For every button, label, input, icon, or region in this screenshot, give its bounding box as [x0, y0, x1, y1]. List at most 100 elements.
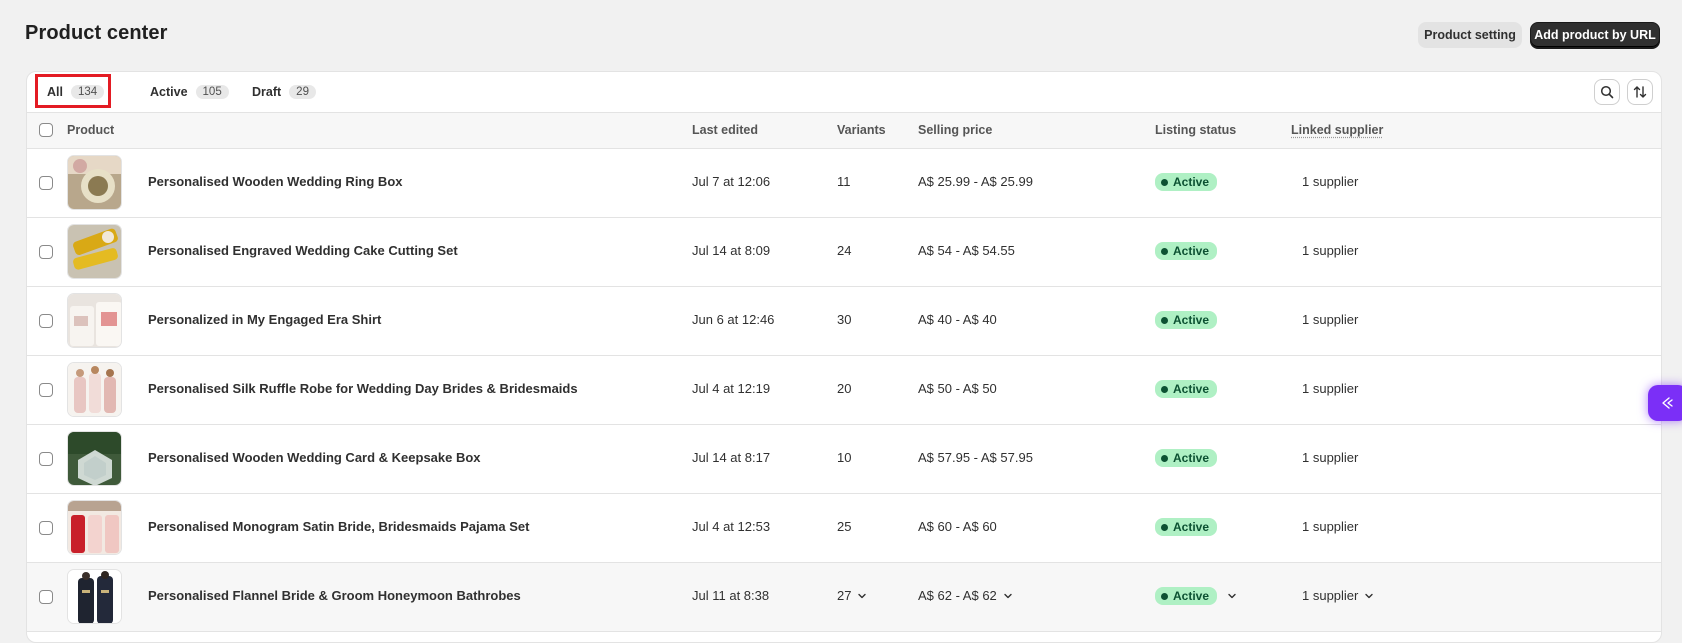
linked-supplier: 1 supplier	[1302, 519, 1358, 534]
product-table-card: All 134 Active 105 Draft 29 Product Last	[26, 71, 1662, 643]
assistant-icon	[1662, 397, 1673, 409]
select-all-checkbox[interactable]	[39, 123, 53, 137]
chevron-down-icon	[1004, 593, 1012, 598]
variants-value: 10	[837, 450, 852, 465]
product-name[interactable]: Personalised Flannel Bride & Groom Honey…	[148, 588, 521, 603]
linked-supplier: 1 supplier	[1302, 312, 1358, 327]
variants-count: 30	[837, 312, 851, 327]
product-name[interactable]: Personalised Wooden Wedding Ring Box	[148, 174, 402, 189]
status-label: Active	[1173, 313, 1210, 327]
tab-count: 105	[195, 85, 229, 99]
last-edited: Jul 4 at 12:53	[692, 519, 771, 534]
price-value: A$ 50 - A$ 50	[918, 381, 997, 396]
supplier-value: 1 supplier	[1302, 519, 1359, 534]
header-last-edited: Last edited	[692, 123, 758, 137]
assistant-widget-button[interactable]	[1648, 385, 1682, 421]
table-row[interactable]: Personalised Flannel Bride & Groom Honey…	[27, 563, 1661, 632]
product-thumbnail	[67, 293, 122, 348]
variants-count: 24	[837, 243, 851, 258]
last-edited: Jul 14 at 8:17	[692, 450, 771, 465]
table-row[interactable]: Personalised Wooden Wedding Ring Box Jul…	[27, 149, 1661, 218]
status-label: Active	[1173, 175, 1210, 189]
product-name[interactable]: Personalised Silk Ruffle Robe for Weddin…	[148, 381, 578, 396]
table-row[interactable]: Personalised Wooden Wedding Card & Keeps…	[27, 425, 1661, 494]
price-value: A$ 62 - A$ 62	[918, 588, 997, 603]
product-name[interactable]: Personalized in My Engaged Era Shirt	[148, 312, 381, 327]
price-value: A$ 40 - A$ 40	[918, 312, 997, 327]
chevron-down-icon	[1365, 593, 1374, 598]
status-label: Active	[1173, 382, 1210, 396]
status-badge: Active	[1155, 380, 1218, 398]
row-checkbox[interactable]	[39, 383, 53, 397]
selling-price: A$ 40 - A$ 40	[918, 312, 997, 327]
header-product: Product	[67, 123, 115, 137]
search-icon	[1600, 85, 1614, 99]
status-badge: Active	[1155, 587, 1218, 605]
linked-supplier: 1 supplier	[1302, 174, 1358, 189]
price-dropdown[interactable]: A$ 62 - A$ 62	[918, 588, 1013, 603]
linked-supplier: 1 supplier	[1302, 243, 1358, 258]
add-product-by-url-button[interactable]: Add product by URL	[1530, 22, 1660, 48]
table-row[interactable]: Personalised Engraved Wedding Cake Cutti…	[27, 218, 1661, 287]
header-variants: Variants	[837, 123, 886, 137]
table-row[interactable]: Personalized in My Engaged Era Shirt Jun…	[27, 287, 1661, 356]
row-checkbox[interactable]	[39, 590, 53, 604]
last-edited: Jul 7 at 12:06	[692, 174, 771, 189]
supplier-value: 1 supplier	[1302, 381, 1359, 396]
variants-count: 10	[837, 450, 851, 465]
status-dropdown[interactable]: Active	[1155, 587, 1237, 605]
table-header: Product Last edited Variants Selling pri…	[27, 113, 1661, 149]
tab-count: 134	[70, 85, 105, 99]
product-setting-button[interactable]: Product setting	[1418, 22, 1522, 48]
supplier-value: 1 supplier	[1302, 588, 1359, 603]
header-listing-status: Listing status	[1155, 123, 1237, 137]
supplier-value: 1 supplier	[1302, 174, 1359, 189]
linked-supplier: 1 supplier	[1302, 450, 1358, 465]
chevron-down-icon	[1228, 593, 1236, 599]
tab-label: Active	[150, 85, 188, 99]
supplier-dropdown[interactable]: 1 supplier	[1302, 588, 1374, 603]
header-linked-supplier[interactable]: Linked supplier	[1291, 123, 1383, 137]
tab-label: Draft	[252, 85, 282, 99]
product-thumbnail	[67, 155, 122, 210]
product-name[interactable]: Personalised Engraved Wedding Cake Cutti…	[148, 243, 458, 258]
product-name[interactable]: Personalised Monogram Satin Bride, Bride…	[148, 519, 529, 534]
tab-draft[interactable]: Draft 29	[242, 80, 326, 104]
linked-supplier: 1 supplier	[1302, 381, 1358, 396]
search-button[interactable]	[1594, 79, 1620, 105]
chevron-down-icon	[858, 593, 867, 598]
selling-price: A$ 54 - A$ 54.55	[918, 243, 1015, 258]
variants-value: 20	[837, 381, 852, 396]
variants-value: 30	[837, 312, 852, 327]
tabs-bar: All 134 Active 105 Draft 29	[27, 72, 1661, 113]
status-label: Active	[1173, 244, 1210, 258]
row-checkbox[interactable]	[39, 176, 53, 190]
last-edited: Jun 6 at 12:46	[692, 312, 775, 327]
table-row[interactable]: Personalised Monogram Satin Bride, Bride…	[27, 494, 1661, 563]
status-badge: Active	[1155, 311, 1218, 329]
price-value: A$ 25.99 - A$ 25.99	[918, 174, 1033, 189]
table-row[interactable]: Personalised Silk Ruffle Robe for Weddin…	[27, 356, 1661, 425]
variants-value: 11	[837, 174, 851, 189]
last-edited: Jul 4 at 12:19	[692, 381, 771, 396]
price-value: A$ 57.95 - A$ 57.95	[918, 450, 1033, 465]
supplier-value: 1 supplier	[1302, 312, 1359, 327]
price-value: A$ 60 - A$ 60	[918, 519, 997, 534]
row-checkbox[interactable]	[39, 452, 53, 466]
product-thumbnail	[67, 569, 122, 624]
sort-button[interactable]	[1627, 79, 1653, 105]
tab-active[interactable]: Active 105	[140, 80, 239, 104]
status-badge: Active	[1155, 173, 1218, 191]
product-thumbnail	[67, 431, 122, 486]
row-checkbox[interactable]	[39, 314, 53, 328]
row-checkbox[interactable]	[39, 245, 53, 259]
tab-all[interactable]: All 134	[37, 80, 114, 104]
product-name[interactable]: Personalised Wooden Wedding Card & Keeps…	[148, 450, 481, 465]
selling-price: A$ 25.99 - A$ 25.99	[918, 174, 1033, 189]
last-edited: Jul 14 at 8:09	[692, 243, 771, 258]
variants-dropdown[interactable]: 27	[837, 588, 867, 603]
variants-value: 27	[837, 588, 852, 603]
row-checkbox[interactable]	[39, 521, 53, 535]
status-label: Active	[1173, 520, 1210, 534]
status-label: Active	[1173, 451, 1210, 465]
